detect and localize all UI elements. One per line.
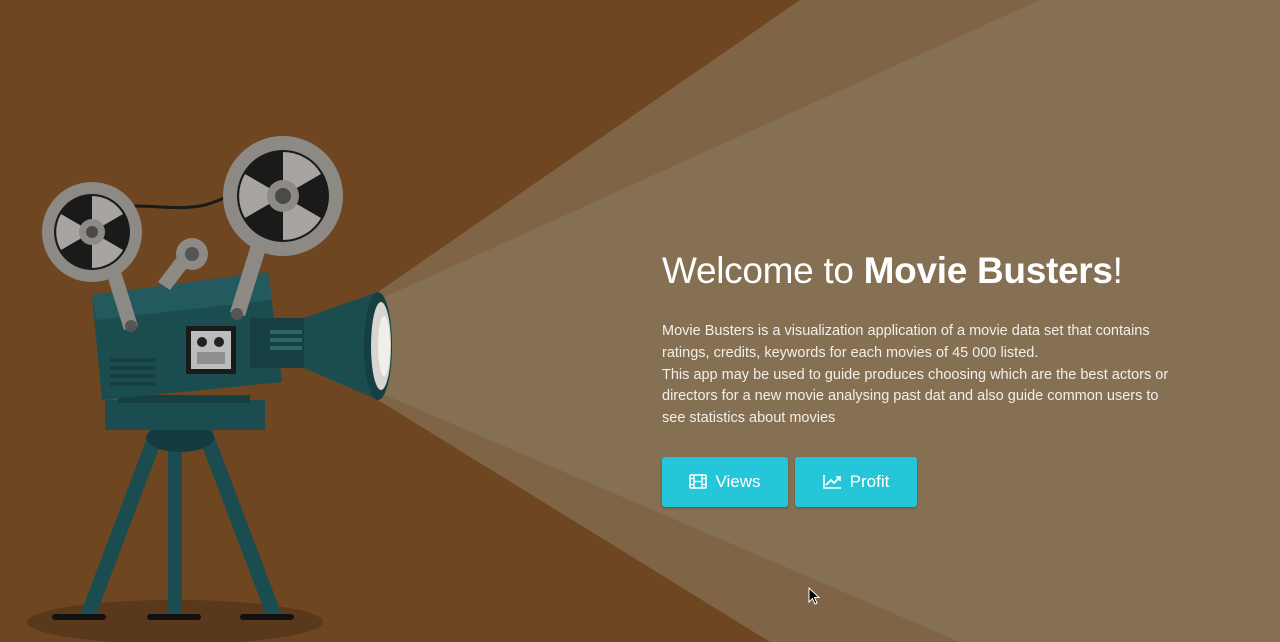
page-title: Welcome to Movie Busters! [662, 248, 1172, 294]
profit-button-label: Profit [849, 471, 890, 491]
left-film-reel [42, 182, 142, 282]
profit-button[interactable]: Profit [795, 456, 917, 507]
mouse-cursor-icon [808, 587, 820, 605]
hero-section: Welcome to Movie Busters! Movie Busters … [662, 248, 1172, 507]
brand-name: Movie Busters [863, 250, 1113, 291]
film-icon [689, 474, 708, 490]
description-line: Movie Busters is a visualization applica… [662, 323, 1150, 361]
line-chart-icon [822, 474, 842, 490]
views-button[interactable]: Views [662, 456, 788, 507]
landing-page: Welcome to Movie Busters! Movie Busters … [0, 0, 1280, 642]
title-suffix: ! [1112, 250, 1123, 291]
action-buttons: Views Profit [662, 456, 1172, 507]
app-description: Movie Busters is a visualization applica… [662, 321, 1172, 430]
right-film-reel [223, 136, 343, 256]
title-prefix: Welcome to [662, 250, 864, 291]
tripod [80, 430, 282, 615]
description-line: This app may be used to guide produces c… [662, 366, 1169, 427]
views-button-label: Views [715, 471, 761, 491]
